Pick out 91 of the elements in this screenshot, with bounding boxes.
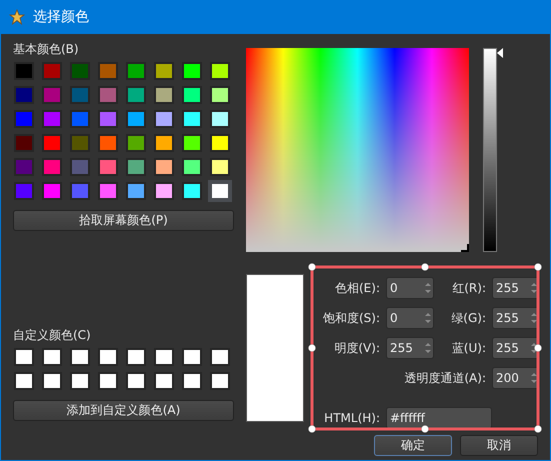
color-swatch[interactable] <box>70 110 90 128</box>
color-swatch[interactable] <box>182 134 202 152</box>
color-swatch[interactable] <box>14 62 34 80</box>
color-swatch[interactable] <box>98 158 118 176</box>
field-label: 透明度通道(A): <box>403 370 486 387</box>
color-swatch[interactable] <box>154 110 174 128</box>
color-swatch[interactable] <box>126 158 146 176</box>
color-swatch[interactable] <box>14 86 34 104</box>
color-swatch[interactable] <box>98 86 118 104</box>
color-spectrum[interactable] <box>246 48 469 252</box>
spin-box[interactable]: 255 <box>492 277 540 299</box>
color-swatch[interactable] <box>210 110 230 128</box>
dialog-button[interactable]: 取消 <box>460 435 538 456</box>
color-swatch[interactable] <box>42 134 62 152</box>
spin-box[interactable]: 0 <box>386 307 434 329</box>
color-swatch[interactable] <box>14 182 34 200</box>
section-label: 基本颜色(B) <box>13 42 80 56</box>
color-swatch[interactable] <box>126 62 146 80</box>
field-label: HTML(H): <box>323 410 380 427</box>
color-swatch[interactable] <box>182 182 202 200</box>
html-field[interactable]: #ffffff <box>386 407 492 429</box>
color-swatch[interactable] <box>126 86 146 104</box>
color-swatch[interactable] <box>42 372 62 390</box>
color-swatch[interactable] <box>154 182 174 200</box>
color-swatch[interactable] <box>210 182 230 200</box>
color-swatch[interactable] <box>126 348 146 366</box>
field-label: 色相(E): <box>334 280 380 297</box>
spin-box[interactable]: 255 <box>492 307 540 329</box>
color-swatch[interactable] <box>154 158 174 176</box>
field-label: 饱和度(S): <box>322 310 380 327</box>
section-label: 自定义颜色(C) <box>13 328 92 342</box>
color-swatch[interactable] <box>14 134 34 152</box>
color-swatch[interactable] <box>42 348 62 366</box>
spin-box[interactable]: 255 <box>386 337 434 359</box>
color-swatch[interactable] <box>70 372 90 390</box>
color-swatch[interactable] <box>210 62 230 80</box>
color-swatch[interactable] <box>70 134 90 152</box>
color-swatch[interactable] <box>126 372 146 390</box>
color-swatch[interactable] <box>14 348 34 366</box>
window-title: 选择颜色 <box>33 8 89 26</box>
color-swatch[interactable] <box>98 348 118 366</box>
color-swatch[interactable] <box>182 62 202 80</box>
color-swatch[interactable] <box>154 86 174 104</box>
color-swatch[interactable] <box>98 110 118 128</box>
color-swatch[interactable] <box>42 86 62 104</box>
dialog-button[interactable]: 确定 <box>374 435 452 456</box>
pick-screen-color-button[interactable]: 拾取屏幕颜色(P) <box>13 210 234 231</box>
add-custom-color-button[interactable]: 添加到自定义颜色(A) <box>13 400 234 421</box>
color-swatch[interactable] <box>154 62 174 80</box>
color-swatch[interactable] <box>126 182 146 200</box>
color-swatch[interactable] <box>98 182 118 200</box>
star-icon <box>9 9 25 25</box>
color-swatch[interactable] <box>70 158 90 176</box>
color-swatch[interactable] <box>182 372 202 390</box>
color-swatch[interactable] <box>210 158 230 176</box>
color-swatch[interactable] <box>42 110 62 128</box>
color-swatch[interactable] <box>182 110 202 128</box>
color-swatch[interactable] <box>98 372 118 390</box>
color-swatch[interactable] <box>42 182 62 200</box>
color-swatch[interactable] <box>126 134 146 152</box>
color-swatch[interactable] <box>182 348 202 366</box>
lightness-bar[interactable] <box>483 48 497 252</box>
color-swatch[interactable] <box>98 62 118 80</box>
color-swatch[interactable] <box>154 348 174 366</box>
color-swatch[interactable] <box>14 372 34 390</box>
color-swatch[interactable] <box>210 134 230 152</box>
color-swatch[interactable] <box>70 348 90 366</box>
color-swatch[interactable] <box>182 158 202 176</box>
color-swatch[interactable] <box>98 134 118 152</box>
color-swatch[interactable] <box>70 62 90 80</box>
spin-box[interactable]: 255 <box>492 337 540 359</box>
crosshair-icon <box>461 244 469 252</box>
field-label: 明度(V): <box>333 340 380 357</box>
spin-box[interactable]: 0 <box>386 277 434 299</box>
field-label: 红(R): <box>451 280 486 297</box>
color-swatch[interactable] <box>182 86 202 104</box>
color-swatch[interactable] <box>70 86 90 104</box>
color-swatch[interactable] <box>14 158 34 176</box>
field-label: 绿(G): <box>450 310 486 327</box>
color-swatch[interactable] <box>126 110 146 128</box>
color-swatch[interactable] <box>14 110 34 128</box>
spin-box[interactable]: 200 <box>492 367 540 389</box>
color-swatch[interactable] <box>42 62 62 80</box>
color-swatch[interactable] <box>210 86 230 104</box>
color-swatch[interactable] <box>210 348 230 366</box>
color-swatch[interactable] <box>210 372 230 390</box>
color-swatch[interactable] <box>154 372 174 390</box>
field-label: 蓝(U): <box>450 340 486 357</box>
color-swatch[interactable] <box>70 182 90 200</box>
color-swatch[interactable] <box>154 134 174 152</box>
color-swatch[interactable] <box>42 158 62 176</box>
